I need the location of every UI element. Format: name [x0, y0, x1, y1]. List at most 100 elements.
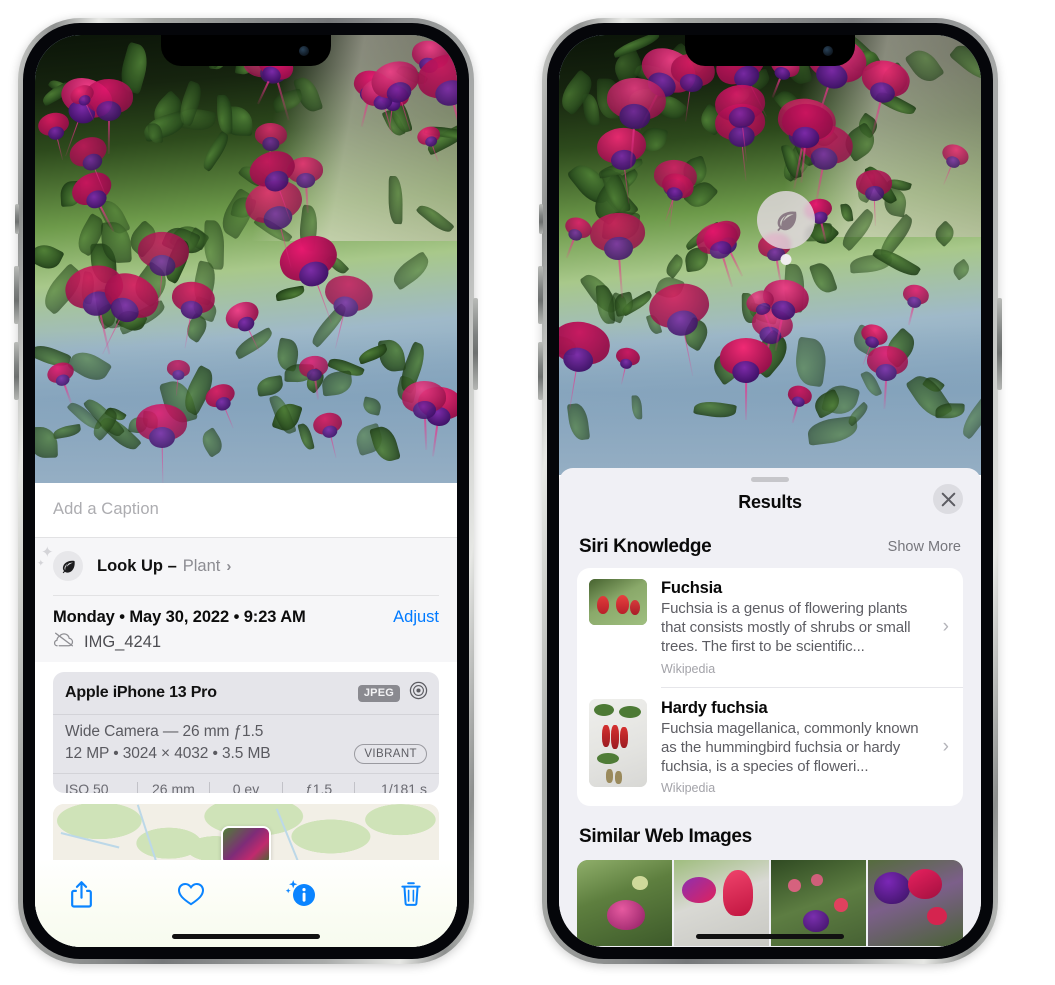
photo-info-sheet: Add a Caption ✦ ✦ Look Up – Plant › Mond… — [35, 483, 457, 947]
exif-exposure: 0 ev — [232, 780, 260, 793]
thumbnail-bud — [606, 768, 614, 783]
thumbnail-flower — [803, 910, 830, 932]
thumbnail-flower — [723, 870, 754, 917]
thumbnail-leaf — [593, 703, 614, 716]
thumbnail-flower — [629, 600, 640, 616]
photo-viewer[interactable] — [35, 35, 457, 483]
trash-icon[interactable] — [393, 876, 429, 912]
visual-lookup-leaf-icon[interactable] — [757, 191, 815, 265]
photo-fuchsia-blossom — [135, 403, 188, 483]
screen-right: Results Siri Knowledge Show More Fuchsia… — [559, 35, 981, 947]
similar-web-images-title: Similar Web Images — [579, 826, 752, 848]
volume-up-button[interactable] — [14, 266, 19, 324]
photographic-style-badge: VIBRANT — [354, 744, 427, 764]
heart-icon[interactable] — [173, 876, 209, 912]
list-item[interactable]: Hardy fuchsia Fuchsia magellanica, commo… — [577, 688, 963, 807]
location-map[interactable] — [53, 803, 439, 861]
show-more-button[interactable]: Show More — [888, 539, 961, 555]
metadata-block: Monday • May 30, 2022 • 9:23 AM Adjust I… — [35, 595, 457, 662]
camera-header-badges: JPEG — [357, 681, 428, 705]
result-source: Wikipedia — [661, 781, 716, 796]
exif-focal: 26 mm — [151, 780, 195, 793]
similar-image-tile[interactable] — [868, 860, 963, 947]
volume-up-button[interactable] — [538, 266, 543, 324]
silent-switch[interactable] — [539, 204, 543, 234]
camera-header: Apple iPhone 13 Pro JPEG — [53, 672, 439, 715]
list-item[interactable]: Fuchsia Fuchsia is a genus of flowering … — [577, 568, 963, 687]
photo-fuchsia-blossom — [719, 337, 773, 420]
divider — [53, 595, 439, 596]
adjust-button[interactable]: Adjust — [393, 608, 439, 627]
thumbnail-bud — [632, 875, 649, 890]
photo-blossom-stamen — [107, 112, 110, 154]
device-bezel: Add a Caption ✦ ✦ Look Up – Plant › Mond… — [23, 23, 469, 959]
front-camera-icon — [299, 46, 309, 56]
thumbnail-flower — [926, 906, 947, 925]
share-icon[interactable] — [63, 876, 99, 912]
exif-aperture: ƒ1.5 — [304, 780, 333, 793]
screen-left: Add a Caption ✦ ✦ Look Up – Plant › Mond… — [35, 35, 457, 947]
exif-row: ISO 50 26 mm 0 ev ƒ1.5 1/181 s — [53, 774, 439, 793]
result-thumbnail — [589, 579, 647, 625]
photo-blossom-stamen — [744, 374, 747, 420]
power-button[interactable] — [997, 298, 1002, 390]
silent-switch[interactable] — [15, 204, 19, 234]
chevron-right-icon: › — [226, 557, 232, 575]
thumbnail-bud — [810, 873, 823, 886]
chevron-right-icon: › — [942, 616, 949, 638]
camera-specs: 12 MP • 3024 × 4032 • 3.5 MB — [65, 744, 271, 762]
thumbnail-flower — [873, 872, 910, 905]
similar-image-tile[interactable] — [577, 860, 672, 947]
aperture-icon — [409, 681, 428, 705]
lookup-anchor-dot — [780, 254, 792, 265]
results-title: Results — [738, 492, 802, 512]
thumbnail-leaf — [619, 705, 642, 718]
iphone-device-left: Add a Caption ✦ ✦ Look Up – Plant › Mond… — [14, 18, 478, 964]
siri-knowledge-header: Siri Knowledge Show More — [559, 516, 981, 568]
home-indicator[interactable] — [172, 934, 320, 939]
look-up-row[interactable]: ✦ ✦ Look Up – Plant › — [35, 538, 457, 595]
cloud-slash-icon — [53, 632, 75, 652]
notch — [161, 35, 331, 66]
thumbnail-bud — [788, 879, 802, 893]
camera-info-card[interactable]: Apple iPhone 13 Pro JPEG Wide Camera — 2… — [53, 672, 439, 793]
thumbnail-bud — [833, 897, 848, 912]
camera-device-name: Apple iPhone 13 Pro — [65, 684, 217, 701]
results-header: Results — [559, 482, 981, 516]
device-bezel: Results Siri Knowledge Show More Fuchsia… — [547, 23, 993, 959]
date-row: Monday • May 30, 2022 • 9:23 AM Adjust — [53, 608, 439, 627]
format-badge: JPEG — [357, 684, 400, 702]
notch — [685, 35, 855, 66]
front-camera-icon — [823, 46, 833, 56]
siri-knowledge-card: Fuchsia Fuchsia is a genus of flowering … — [577, 568, 963, 807]
result-title: Fuchsia — [661, 579, 722, 597]
look-up-label-group: Look Up – Plant › — [97, 557, 231, 576]
result-source: Wikipedia — [661, 661, 716, 676]
filename-text: IMG_4241 — [84, 632, 162, 651]
volume-down-button[interactable] — [14, 342, 19, 400]
result-title: Hardy fuchsia — [661, 698, 768, 717]
iphone-device-right: Results Siri Knowledge Show More Fuchsia… — [538, 18, 1002, 964]
look-up-subject: Plant — [182, 556, 221, 575]
close-icon[interactable] — [933, 484, 963, 514]
photo-viewer[interactable] — [559, 35, 981, 475]
info-sparkle-icon[interactable] — [283, 876, 319, 912]
photo-fuchsia-blossom — [401, 380, 447, 450]
thumbnail-flower — [607, 899, 646, 930]
thumbnail-flower — [615, 594, 629, 614]
power-button[interactable] — [473, 298, 478, 390]
camera-lens-line: Wide Camera — 26 mm ƒ1.5 — [65, 723, 264, 740]
result-thumbnail — [589, 698, 647, 787]
thumbnail-flower — [907, 868, 942, 899]
caption-input[interactable]: Add a Caption — [53, 500, 439, 519]
look-up-label: Look Up – — [97, 556, 177, 575]
camera-body: Wide Camera — 26 mm ƒ1.5 12 MP • 3024 × … — [53, 715, 439, 774]
capture-date: Monday • May 30, 2022 • 9:23 AM — [53, 608, 306, 626]
thumbnail-flower — [601, 724, 610, 747]
thumbnail-flower — [611, 724, 620, 749]
map-photo-pin[interactable] — [221, 826, 271, 861]
home-indicator[interactable] — [696, 934, 844, 939]
volume-down-button[interactable] — [538, 342, 543, 400]
similar-web-images-header: Similar Web Images — [559, 806, 981, 854]
caption-field-row[interactable]: Add a Caption — [35, 483, 457, 538]
